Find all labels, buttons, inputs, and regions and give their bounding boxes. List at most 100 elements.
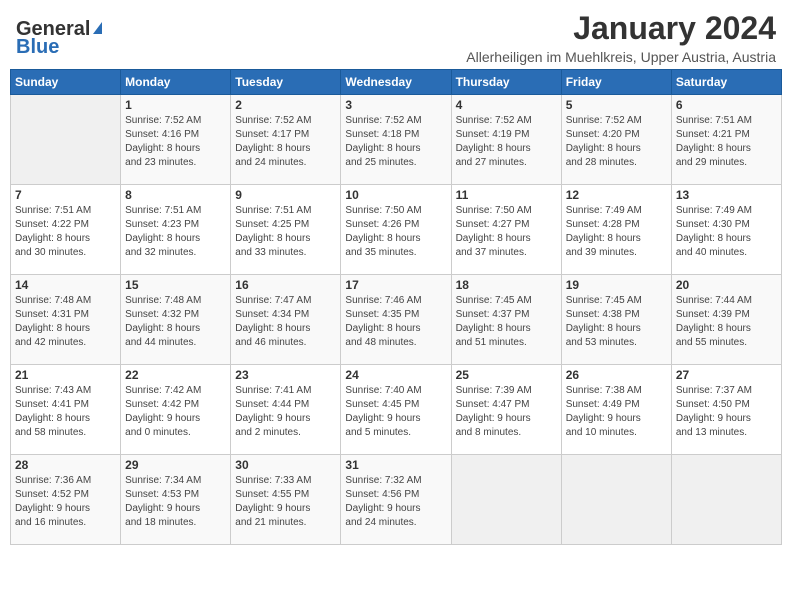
- day-number: 3: [345, 98, 446, 112]
- day-number: 19: [566, 278, 667, 292]
- day-info: Sunrise: 7:41 AM Sunset: 4:44 PM Dayligh…: [235, 384, 336, 440]
- calendar-day-cell: 2 Sunrise: 7:52 AM Sunset: 4:17 PM Daylig…: [231, 95, 341, 185]
- logo: General Blue: [16, 18, 102, 58]
- calendar-week-row: 14 Sunrise: 7:48 AM Sunset: 4:31 PM Dayli…: [11, 275, 782, 365]
- day-info: Sunrise: 7:32 AM Sunset: 4:56 PM Dayligh…: [345, 474, 446, 530]
- day-info: Sunrise: 7:46 AM Sunset: 4:35 PM Dayligh…: [345, 294, 446, 350]
- day-info: Sunrise: 7:45 AM Sunset: 4:37 PM Dayligh…: [456, 294, 557, 350]
- calendar-header-row: SundayMondayTuesdayWednesdayThursdayFrid…: [11, 70, 782, 95]
- calendar-day-cell: 18Sunrise: 7:45 AM Sunset: 4:37 PM Dayli…: [451, 275, 561, 365]
- day-number: 25: [456, 368, 557, 382]
- calendar-week-row: 28 Sunrise: 7:36 AM Sunset: 4:52 PM Dayli…: [11, 455, 782, 545]
- logo-triangle-icon: [93, 22, 102, 34]
- day-info: Sunrise: 7:49 AM Sunset: 4:28 PM Dayligh…: [566, 204, 667, 260]
- day-number: 23: [235, 368, 336, 382]
- day-info: Sunrise: 7:39 AM Sunset: 4:47 PM Dayligh…: [456, 384, 557, 440]
- day-info: Sunrise: 7:48 AM Sunset: 4:31 PM Dayligh…: [15, 294, 116, 350]
- day-number: 8: [125, 188, 226, 202]
- calendar-day-cell: 31 Sunrise: 7:32 AM Sunset: 4:56 PM Dayli…: [341, 455, 451, 545]
- calendar-day-cell: 9Sunrise: 7:51 AM Sunset: 4:25 PM Daylig…: [231, 185, 341, 275]
- calendar-day-cell: 22 Sunrise: 7:42 AM Sunset: 4:42 PM Dayli…: [121, 365, 231, 455]
- day-number: 26: [566, 368, 667, 382]
- calendar-day-cell: 13 Sunrise: 7:49 AM Sunset: 4:30 PM Dayli…: [671, 185, 781, 275]
- calendar-day-cell: 25 Sunrise: 7:39 AM Sunset: 4:47 PM Dayli…: [451, 365, 561, 455]
- day-info: Sunrise: 7:44 AM Sunset: 4:39 PM Dayligh…: [676, 294, 777, 350]
- day-number: 13: [676, 188, 777, 202]
- calendar-header-cell: Friday: [561, 70, 671, 95]
- day-number: 6: [676, 98, 777, 112]
- day-number: 12: [566, 188, 667, 202]
- day-number: 2: [235, 98, 336, 112]
- location-title: Allerheiligen im Muehlkreis, Upper Austr…: [466, 49, 776, 65]
- day-info: Sunrise: 7:50 AM Sunset: 4:27 PM Dayligh…: [456, 204, 557, 260]
- day-info: Sunrise: 7:52 AM Sunset: 4:20 PM Dayligh…: [566, 114, 667, 170]
- day-number: 9: [235, 188, 336, 202]
- calendar-day-cell: 30Sunrise: 7:33 AM Sunset: 4:55 PM Dayli…: [231, 455, 341, 545]
- day-info: Sunrise: 7:51 AM Sunset: 4:21 PM Dayligh…: [676, 114, 777, 170]
- calendar-day-cell: 23 Sunrise: 7:41 AM Sunset: 4:44 PM Dayli…: [231, 365, 341, 455]
- day-info: Sunrise: 7:49 AM Sunset: 4:30 PM Dayligh…: [676, 204, 777, 260]
- calendar-header-cell: Monday: [121, 70, 231, 95]
- calendar-day-cell: 16 Sunrise: 7:47 AM Sunset: 4:34 PM Dayli…: [231, 275, 341, 365]
- day-number: 4: [456, 98, 557, 112]
- day-info: Sunrise: 7:42 AM Sunset: 4:42 PM Dayligh…: [125, 384, 226, 440]
- calendar-day-cell: 20 Sunrise: 7:44 AM Sunset: 4:39 PM Dayli…: [671, 275, 781, 365]
- day-info: Sunrise: 7:51 AM Sunset: 4:22 PM Dayligh…: [15, 204, 116, 260]
- calendar-week-row: 21Sunrise: 7:43 AM Sunset: 4:41 PM Dayli…: [11, 365, 782, 455]
- day-info: Sunrise: 7:40 AM Sunset: 4:45 PM Dayligh…: [345, 384, 446, 440]
- day-info: Sunrise: 7:52 AM Sunset: 4:16 PM Dayligh…: [125, 114, 226, 170]
- calendar-day-cell: 29Sunrise: 7:34 AM Sunset: 4:53 PM Dayli…: [121, 455, 231, 545]
- page-header: General Blue January 2024 Allerheiligen …: [10, 10, 782, 65]
- calendar-day-cell: 21Sunrise: 7:43 AM Sunset: 4:41 PM Dayli…: [11, 365, 121, 455]
- day-number: 29: [125, 458, 226, 472]
- calendar-day-cell: 15 Sunrise: 7:48 AM Sunset: 4:32 PM Dayli…: [121, 275, 231, 365]
- month-title: January 2024: [466, 10, 776, 47]
- calendar-day-cell: 4 Sunrise: 7:52 AM Sunset: 4:19 PM Daylig…: [451, 95, 561, 185]
- calendar-day-cell: [451, 455, 561, 545]
- day-info: Sunrise: 7:47 AM Sunset: 4:34 PM Dayligh…: [235, 294, 336, 350]
- day-number: 17: [345, 278, 446, 292]
- calendar-day-cell: 24 Sunrise: 7:40 AM Sunset: 4:45 PM Dayli…: [341, 365, 451, 455]
- calendar-day-cell: 10Sunrise: 7:50 AM Sunset: 4:26 PM Dayli…: [341, 185, 451, 275]
- day-info: Sunrise: 7:51 AM Sunset: 4:23 PM Dayligh…: [125, 204, 226, 260]
- calendar-day-cell: 3Sunrise: 7:52 AM Sunset: 4:18 PM Daylig…: [341, 95, 451, 185]
- day-number: 27: [676, 368, 777, 382]
- day-number: 16: [235, 278, 336, 292]
- calendar-day-cell: 7 Sunrise: 7:51 AM Sunset: 4:22 PM Daylig…: [11, 185, 121, 275]
- calendar-day-cell: 26 Sunrise: 7:38 AM Sunset: 4:49 PM Dayli…: [561, 365, 671, 455]
- day-number: 15: [125, 278, 226, 292]
- day-number: 14: [15, 278, 116, 292]
- calendar-day-cell: [561, 455, 671, 545]
- day-number: 24: [345, 368, 446, 382]
- day-number: 22: [125, 368, 226, 382]
- day-number: 1: [125, 98, 226, 112]
- calendar-day-cell: 5 Sunrise: 7:52 AM Sunset: 4:20 PM Daylig…: [561, 95, 671, 185]
- day-info: Sunrise: 7:36 AM Sunset: 4:52 PM Dayligh…: [15, 474, 116, 530]
- day-number: 7: [15, 188, 116, 202]
- day-number: 21: [15, 368, 116, 382]
- calendar-header-cell: Sunday: [11, 70, 121, 95]
- day-number: 28: [15, 458, 116, 472]
- day-info: Sunrise: 7:37 AM Sunset: 4:50 PM Dayligh…: [676, 384, 777, 440]
- calendar-day-cell: 12 Sunrise: 7:49 AM Sunset: 4:28 PM Dayli…: [561, 185, 671, 275]
- day-number: 10: [345, 188, 446, 202]
- calendar-header-cell: Saturday: [671, 70, 781, 95]
- calendar-header-cell: Thursday: [451, 70, 561, 95]
- calendar-week-row: 1 Sunrise: 7:52 AM Sunset: 4:16 PM Daylig…: [11, 95, 782, 185]
- calendar-day-cell: 1 Sunrise: 7:52 AM Sunset: 4:16 PM Daylig…: [121, 95, 231, 185]
- day-info: Sunrise: 7:48 AM Sunset: 4:32 PM Dayligh…: [125, 294, 226, 350]
- calendar-day-cell: 14 Sunrise: 7:48 AM Sunset: 4:31 PM Dayli…: [11, 275, 121, 365]
- day-info: Sunrise: 7:38 AM Sunset: 4:49 PM Dayligh…: [566, 384, 667, 440]
- calendar-week-row: 7 Sunrise: 7:51 AM Sunset: 4:22 PM Daylig…: [11, 185, 782, 275]
- calendar-day-cell: 8 Sunrise: 7:51 AM Sunset: 4:23 PM Daylig…: [121, 185, 231, 275]
- calendar-table: SundayMondayTuesdayWednesdayThursdayFrid…: [10, 69, 782, 545]
- day-number: 5: [566, 98, 667, 112]
- calendar-day-cell: 17 Sunrise: 7:46 AM Sunset: 4:35 PM Dayli…: [341, 275, 451, 365]
- day-info: Sunrise: 7:52 AM Sunset: 4:17 PM Dayligh…: [235, 114, 336, 170]
- day-number: 30: [235, 458, 336, 472]
- day-number: 31: [345, 458, 446, 472]
- calendar-day-cell: 6 Sunrise: 7:51 AM Sunset: 4:21 PM Daylig…: [671, 95, 781, 185]
- day-info: Sunrise: 7:52 AM Sunset: 4:19 PM Dayligh…: [456, 114, 557, 170]
- day-number: 20: [676, 278, 777, 292]
- calendar-day-cell: [671, 455, 781, 545]
